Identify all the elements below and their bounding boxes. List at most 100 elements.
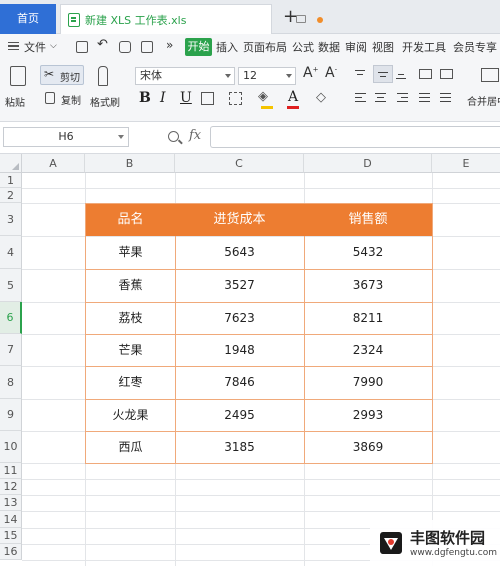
- row-header[interactable]: 4: [0, 236, 22, 269]
- cell-style-icon[interactable]: [229, 92, 242, 105]
- table-cell-name[interactable]: 香蕉: [86, 269, 175, 302]
- row-header[interactable]: 7: [0, 334, 22, 366]
- table-border-line: [85, 334, 433, 335]
- copy-button[interactable]: 复制: [61, 92, 81, 107]
- table-header-cell[interactable]: 品名: [86, 204, 175, 236]
- paste-button[interactable]: 粘贴: [5, 94, 25, 109]
- chevron-down-icon: [286, 74, 292, 78]
- cut-button[interactable]: ✂ 剪切: [40, 65, 84, 85]
- tab-data[interactable]: 数据: [318, 39, 340, 55]
- hamburger-menu-icon[interactable]: [8, 42, 19, 50]
- format-painter-button[interactable]: 格式刷: [90, 94, 120, 109]
- save-icon[interactable]: [76, 41, 88, 53]
- font-size-select[interactable]: 12: [238, 67, 296, 85]
- table-cell-sales[interactable]: 2324: [304, 334, 432, 366]
- format-painter-icon[interactable]: [98, 66, 108, 86]
- tab-developer[interactable]: 开发工具: [402, 39, 446, 55]
- table-cell-sales[interactable]: 5432: [304, 236, 432, 269]
- home-tab[interactable]: 首页: [0, 4, 56, 34]
- column-header-c[interactable]: C: [175, 154, 304, 173]
- fill-color-icon[interactable]: ◈: [258, 89, 268, 104]
- chevron-down-icon[interactable]: ⌵: [50, 41, 57, 51]
- tab-review[interactable]: 审阅: [345, 39, 367, 55]
- table-cell-cost[interactable]: 5643: [175, 236, 304, 269]
- table-cell-name[interactable]: 芒果: [86, 334, 175, 366]
- row-header[interactable]: 8: [0, 366, 22, 399]
- column-header-a[interactable]: A: [22, 154, 85, 173]
- paste-icon[interactable]: [10, 66, 26, 86]
- table-cell-name[interactable]: 荔枝: [86, 302, 175, 334]
- spreadsheet-grid[interactable]: A B C D E 1 2 3 4 5 6 7 8 9 10 11 12 13 …: [0, 154, 500, 566]
- table-header-cell[interactable]: 销售额: [304, 204, 432, 236]
- font-color-icon[interactable]: A: [288, 89, 298, 105]
- table-cell-sales[interactable]: 3673: [304, 269, 432, 302]
- table-cell-sales[interactable]: 2993: [304, 399, 432, 431]
- table-cell-sales[interactable]: 3869: [304, 431, 432, 463]
- column-header-e[interactable]: E: [432, 154, 500, 173]
- clear-format-icon[interactable]: ◇: [316, 90, 326, 105]
- font-name-select[interactable]: 宋体: [135, 67, 235, 85]
- increase-font-icon[interactable]: A+: [303, 65, 318, 81]
- row-header[interactable]: 10: [0, 431, 22, 463]
- table-cell-name[interactable]: 苹果: [86, 236, 175, 269]
- table-cell-sales[interactable]: 7990: [304, 366, 432, 399]
- italic-button[interactable]: I: [160, 90, 166, 106]
- select-all-corner[interactable]: [0, 154, 22, 173]
- menu-file[interactable]: 文件: [24, 39, 46, 55]
- decrease-font-icon[interactable]: A-: [325, 65, 337, 81]
- row-header[interactable]: 2: [0, 188, 22, 203]
- table-cell-name[interactable]: 西瓜: [86, 431, 175, 463]
- name-box[interactable]: H6: [3, 127, 129, 147]
- new-tab-button[interactable]: +: [283, 6, 298, 27]
- row-header[interactable]: 11: [0, 463, 22, 479]
- font-color-swatch: [287, 106, 299, 109]
- zoom-icon[interactable]: [168, 131, 179, 142]
- watermark: 丰图软件园 www.dgfengtu.com: [370, 520, 500, 566]
- tab-member[interactable]: 会员专享: [453, 39, 497, 55]
- undo-history-icon[interactable]: ↶: [97, 37, 108, 52]
- tab-formulas[interactable]: 公式: [292, 39, 314, 55]
- tab-start[interactable]: 开始: [185, 38, 212, 56]
- column-header-d[interactable]: D: [304, 154, 432, 173]
- tab-insert[interactable]: 插入: [216, 39, 238, 55]
- row-header[interactable]: 16: [0, 544, 22, 560]
- table-cell-cost[interactable]: 7623: [175, 302, 304, 334]
- table-cell-name[interactable]: 火龙果: [86, 399, 175, 431]
- row-header[interactable]: 12: [0, 479, 22, 495]
- table-cell-cost[interactable]: 1948: [175, 334, 304, 366]
- more-commands-button[interactable]: »: [166, 38, 173, 52]
- table-cell-cost[interactable]: 7846: [175, 366, 304, 399]
- document-tab[interactable]: 新建 XLS 工作表.xls: [60, 4, 323, 34]
- bold-button[interactable]: B: [139, 90, 151, 106]
- table-cell-cost[interactable]: 3185: [175, 431, 304, 463]
- function-icon[interactable]: fx: [189, 128, 201, 143]
- print-preview-icon[interactable]: [141, 41, 153, 53]
- table-cell-cost[interactable]: 3527: [175, 269, 304, 302]
- row-header[interactable]: 9: [0, 399, 22, 431]
- merge-center-button[interactable]: 合并居中: [467, 93, 500, 108]
- copy-icon[interactable]: [45, 92, 55, 104]
- tab-view[interactable]: 视图: [372, 39, 394, 55]
- column-header-b[interactable]: B: [85, 154, 175, 173]
- row-header[interactable]: 3: [0, 203, 22, 236]
- row-header[interactable]: 14: [0, 511, 22, 528]
- table-cell-name[interactable]: 红枣: [86, 366, 175, 399]
- row-header-active[interactable]: 6: [0, 302, 22, 334]
- table-cell-cost[interactable]: 2495: [175, 399, 304, 431]
- row-header[interactable]: 15: [0, 528, 22, 544]
- tab-page-layout[interactable]: 页面布局: [243, 39, 287, 55]
- underline-button[interactable]: U: [180, 90, 192, 106]
- table-header-cell[interactable]: 进货成本: [175, 204, 304, 236]
- align-middle-icon[interactable]: [373, 65, 393, 83]
- table-border-line: [85, 399, 433, 400]
- row-header[interactable]: 1: [0, 173, 22, 188]
- decrease-indent-icon[interactable]: [419, 69, 432, 79]
- increase-indent-icon[interactable]: [440, 69, 453, 79]
- table-cell-sales[interactable]: 8211: [304, 302, 432, 334]
- border-icon[interactable]: [201, 92, 214, 105]
- row-header[interactable]: 5: [0, 269, 22, 302]
- formula-input[interactable]: [210, 126, 500, 148]
- print-icon[interactable]: [119, 41, 131, 53]
- row-header[interactable]: 13: [0, 495, 22, 511]
- merge-center-icon[interactable]: [481, 68, 499, 82]
